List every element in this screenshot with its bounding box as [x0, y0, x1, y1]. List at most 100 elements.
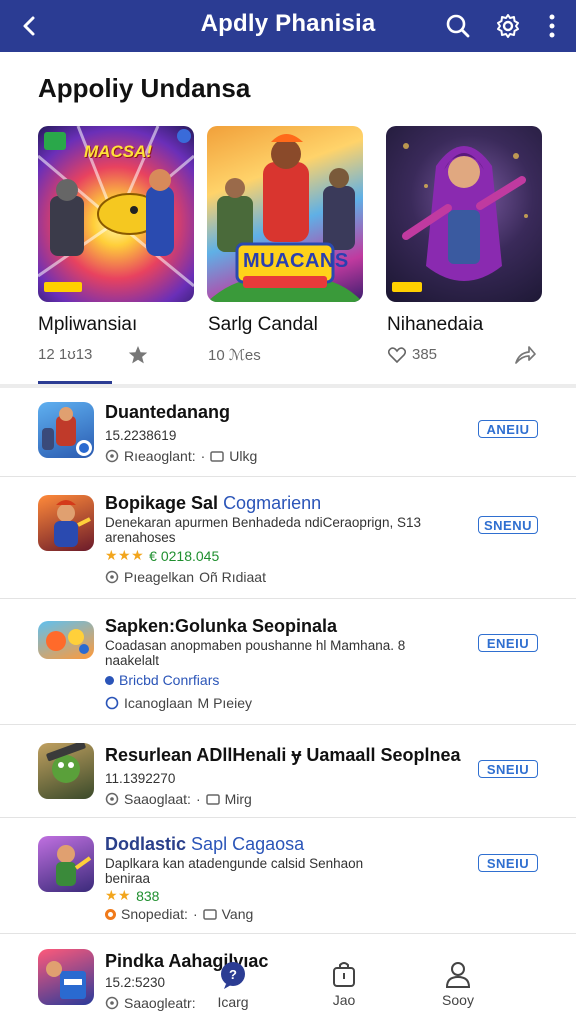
chat-bubble-icon: ? — [221, 962, 245, 989]
list-item[interactable]: Pindka Aahagilvıac 15.2:5230 Saaogleatr: — [0, 934, 576, 1024]
featured-cover-image: MACSA! — [38, 126, 194, 302]
more-button[interactable] — [534, 8, 570, 44]
list-item-meta-a: Rıeaoglant: — [124, 448, 196, 464]
app-icon — [38, 621, 94, 659]
list-item-rating: ★★★ € 0218.045 — [105, 547, 219, 564]
list-item-description: Denekaran apurmen Benhadeda ndiCeraoprig… — [105, 515, 421, 530]
featured-cover-text: MUACANS — [243, 250, 349, 272]
list-item-meta-b: Ulkg — [229, 448, 258, 464]
featured-card[interactable]: MUACANS — [207, 126, 363, 302]
app-icon — [38, 836, 94, 892]
install-button[interactable]: SNEIU — [478, 760, 538, 778]
nav-item-profile[interactable]: Sooy — [428, 960, 488, 1008]
list-item-rating: ★★ 838 — [105, 887, 159, 904]
list-item-description-cont: beniraa — [105, 871, 151, 886]
list-item-title-main: Dodlastic — [105, 834, 187, 854]
separator: · — [195, 791, 201, 807]
list-item-meta: Saaogleatr: — [105, 995, 196, 1011]
location-icon — [105, 696, 119, 710]
person-icon — [445, 962, 471, 988]
list-item-subtitle: 15.2:5230 — [105, 975, 166, 990]
nav-item-label: Icarg — [217, 994, 249, 1010]
rating-text: 838 — [136, 887, 160, 904]
list-item-title-secondary: Cogmarienn — [223, 493, 322, 513]
app-icon — [38, 495, 94, 551]
list-item[interactable]: Sapken:Golunka Seopinala Coadasan anopma… — [0, 599, 576, 725]
app-icon — [38, 402, 94, 458]
featured-card-count: 12 1ʊ13 — [38, 346, 93, 363]
list-item-meta-b: M Pıeiey — [197, 695, 252, 711]
featured-card-name: Sarlg Candal — [208, 314, 318, 335]
list-item-title: Dodlastic Sapl Cagaosa — [105, 834, 304, 855]
featured-cover-text: MACSA! — [84, 142, 152, 161]
list-item-meta-a: Pıeagelkan — [124, 569, 195, 585]
list-item-meta: Pıeagelkan Oñ Rıdiaat — [105, 569, 266, 585]
list-item[interactable]: Bopikage Sal Cogmarienn Denekaran apurme… — [0, 477, 576, 599]
svg-text:?: ? — [229, 967, 237, 982]
gamepad-icon — [105, 996, 119, 1010]
folder-icon — [202, 909, 217, 920]
settings-button[interactable] — [490, 8, 526, 44]
list-item[interactable]: Dodlastic Sapl Cagaosa Daplkara kan atad… — [0, 818, 576, 934]
install-button[interactable]: SNENU — [478, 516, 538, 534]
list-item-meta-b: Mirg — [224, 791, 252, 807]
list-item-title: Resurlean ADllHenali ɏ Uamaall Seoplnea — [105, 745, 461, 765]
list-item-title: Sapken:Golunka Seopinala — [105, 616, 338, 636]
list-item-meta: Icanoglaan M Pıeiey — [105, 695, 252, 711]
more-vertical-icon — [549, 14, 555, 38]
folder-icon — [210, 451, 225, 462]
featured-card-name: Mpliwansiaı — [38, 314, 138, 335]
featured-card-count: 10 ℳes — [208, 347, 261, 364]
share-icon[interactable] — [513, 344, 537, 366]
install-button[interactable]: SNEIU — [478, 854, 538, 872]
list-item-description-cont: naakelalt — [105, 653, 160, 668]
list-item-subtitle: 11.1392270 — [105, 771, 176, 786]
dot-icon — [105, 675, 114, 685]
nav-item-chat[interactable]: ? Icarg — [203, 960, 263, 1010]
list-item-meta: Snopediat: · Vang — [105, 906, 253, 922]
list-item-meta-a: Saaoglaat: — [124, 791, 191, 807]
app-icon — [38, 743, 94, 799]
nav-item-label: Jao — [332, 992, 356, 1008]
list-item-meta-b: Vang — [221, 906, 254, 922]
gear-icon — [497, 14, 519, 38]
list-item-meta-b: Oñ Rıdiaat — [199, 569, 266, 585]
featured-cover-image: MUACANS — [207, 126, 363, 302]
rating-text: € 0218.045 — [149, 547, 220, 564]
app-bar: Apdly Phanisia — [0, 0, 576, 52]
list-item-meta-a: Icanoglaan — [124, 695, 193, 711]
search-button[interactable] — [440, 8, 476, 44]
featured-card[interactable] — [386, 126, 542, 302]
star-icon[interactable] — [127, 344, 149, 366]
dot-icon — [105, 908, 116, 920]
list-item-meta-a: Snopediat: — [121, 906, 188, 922]
list-item-meta: Rıeaoglant: · Ulkg — [105, 448, 257, 464]
search-icon — [446, 14, 470, 38]
install-button[interactable]: ENEIU — [478, 634, 538, 652]
list-item-description: Daplkara kan atadengunde calsid Senhaon — [105, 856, 364, 871]
nav-item-label: Sooy — [442, 992, 474, 1008]
list-item-title-secondary: Sapl Cagaosa — [191, 834, 305, 854]
featured-cover-image — [386, 126, 542, 302]
gamepad-icon — [105, 792, 119, 806]
list-item-link[interactable]: Bricbd Conrfiars — [105, 672, 219, 688]
rating-stars: ★★ — [105, 887, 132, 903]
list-item-title: Duantedanang — [105, 402, 231, 422]
list-item[interactable]: Duantedanang 15.2238619 Rıeaoglant: · Ul… — [0, 388, 576, 477]
folder-icon — [205, 794, 220, 805]
separator: · — [200, 448, 206, 464]
install-button[interactable]: ANEIU — [478, 420, 538, 438]
gamepad-icon — [105, 570, 119, 584]
list-item-title: Bopikage Sal Cogmarienn — [105, 493, 321, 514]
featured-card[interactable]: MACSA! — [38, 126, 194, 302]
nav-item-store[interactable]: Jao — [314, 960, 374, 1008]
rating-stars: ★★★ — [105, 547, 145, 563]
featured-card-count: 385 — [412, 346, 438, 363]
list-item-subtitle: 15.2238619 — [105, 428, 177, 443]
list-item[interactable]: Resurlean ADllHenali ɏ Uamaall Seoplnea … — [0, 725, 576, 818]
featured-card-meta: 385 — [388, 346, 437, 363]
separator: · — [192, 906, 198, 922]
app-icon — [38, 949, 94, 1005]
heart-icon — [388, 346, 406, 363]
list-item-description: Coadasan anopmaben poushanne hl Mamhana.… — [105, 638, 406, 653]
